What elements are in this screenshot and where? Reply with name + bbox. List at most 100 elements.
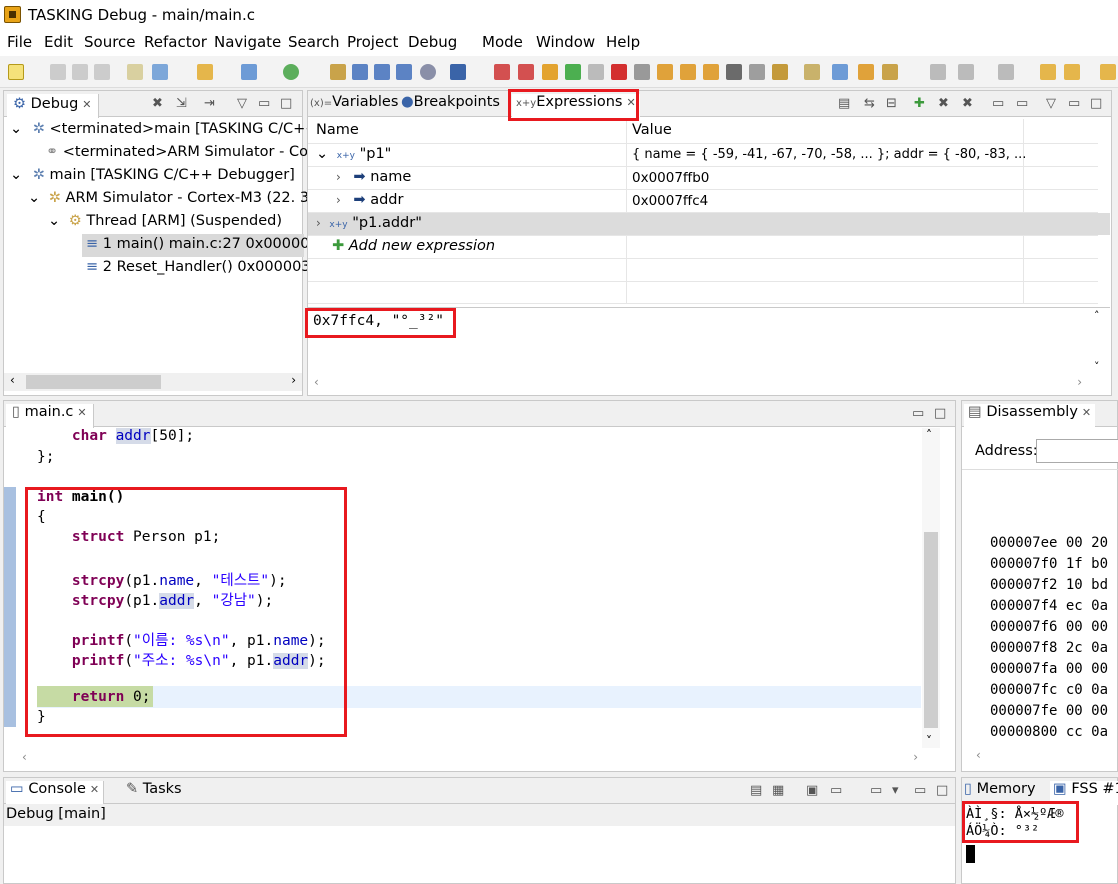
maximize-icon[interactable]: □ [936,783,948,798]
wrench-icon[interactable] [330,64,346,80]
menu-project[interactable]: Project [347,33,398,51]
pin-console-icon[interactable]: ▣ [806,783,818,798]
memory-icon[interactable] [374,64,390,80]
back-icon[interactable] [1064,64,1080,80]
disassembly-line[interactable]: 000007fc c0 0a [990,682,1108,698]
expand-chevron-icon[interactable]: ⌄ [28,190,40,206]
terminal-icon[interactable] [352,64,368,80]
add-expression-icon[interactable]: ✚ [914,96,925,111]
maximize-icon[interactable]: □ [280,96,292,111]
tab-main-c[interactable]: ▯ main.c ✕ [6,404,94,428]
tree-item-main[interactable]: ⌄ ✲ main [TASKING C/C++ Debugger] [10,167,295,183]
minimize-icon[interactable]: ▭ [912,406,924,421]
tab-variables[interactable]: (x)=Variables [310,94,398,116]
show-logical-icon[interactable]: ⇆ [864,96,875,111]
minimize-icon[interactable]: ▭ [258,96,270,111]
tab-debug[interactable]: ⚙ Debug ✕ [7,94,99,118]
debug-icon[interactable] [450,64,466,80]
disassembly-line[interactable]: 000007f4 ec 0a [990,598,1108,614]
minimize-icon[interactable]: ▭ [914,783,926,798]
menu-search[interactable]: Search [288,33,340,51]
collapse-all-icon[interactable]: ⊟ [886,96,897,111]
forward-icon[interactable] [1100,64,1116,80]
close-icon[interactable]: ✕ [82,98,91,111]
expr-row-p1addr[interactable]: › x+y "p1.addr" [316,215,422,231]
next-annotation-icon[interactable] [832,64,848,80]
prev-edit-icon[interactable] [998,64,1014,80]
display-console-icon[interactable]: ▭ [830,783,842,798]
terminate-icon[interactable] [611,64,627,80]
scroll-left-icon[interactable]: ‹ [22,750,27,764]
scroll-up-icon[interactable]: ˄ [926,428,932,442]
scroll-down-icon[interactable]: ˅ [1094,360,1100,373]
expr-row-p1[interactable]: ⌄ x+y "p1" [316,146,391,162]
close-icon[interactable]: ✕ [90,783,99,796]
code-line[interactable]: char addr[50]; [37,428,194,444]
expand-chevron-icon[interactable]: › [336,170,341,184]
scroll-left-icon[interactable]: ‹ [10,373,15,387]
last-edit-icon[interactable] [1040,64,1056,80]
collapse-icon[interactable]: ⇲ [176,96,187,111]
show-type-icon[interactable]: ▤ [838,96,850,111]
scroll-left-icon[interactable]: ‹ [314,375,319,389]
expand-chevron-icon[interactable]: › [336,193,341,207]
expand-chevron-icon[interactable]: ⌄ [316,146,328,162]
scroll-lock-icon[interactable]: ▦ [772,783,784,798]
registers-icon[interactable] [396,64,412,80]
view-menu-icon[interactable]: ▾ [892,783,899,798]
external-tools-icon[interactable] [882,64,898,80]
open-console-icon[interactable]: ▭ [870,783,882,798]
view-menu-icon[interactable]: ▽ [237,96,247,111]
disassembly-line[interactable]: 00000800 cc 0a [990,724,1108,740]
tree-item-simulator[interactable]: ⌄ ✲ ARM Simulator - Cortex-M3 (22. 3 [28,190,309,206]
disassembly-line[interactable]: 000007ee 00 20 [990,535,1108,551]
new-folder-icon[interactable] [197,64,213,80]
resume-icon[interactable] [565,64,581,80]
skip-breakpoints-icon[interactable] [494,64,510,80]
maximize-icon[interactable]: □ [934,406,946,421]
column-header-name[interactable]: Name [316,122,359,138]
menu-refactor[interactable]: Refactor [144,33,207,51]
disassembly-hscrollbar[interactable]: ‹ [962,748,1117,766]
menu-source[interactable]: Source [84,33,136,51]
edit-icon[interactable] [930,64,946,80]
scroll-right-icon[interactable]: › [291,373,296,387]
disassembly-line[interactable]: 000007f6 00 00 [990,619,1108,635]
tab-disassembly[interactable]: ▤ Disassembly ✕ [964,404,1096,428]
open-perspective-icon[interactable] [858,64,874,80]
menu-debug[interactable]: Debug [408,33,457,51]
tree-item-thread[interactable]: ⌄ ⚙ Thread [ARM] (Suspended) [48,213,282,229]
new-view-icon[interactable]: ▭ [1016,96,1028,111]
open-project-icon[interactable] [152,64,168,80]
expand-chevron-icon[interactable]: › [316,216,321,230]
menu-edit[interactable]: Edit [44,33,73,51]
remove-all-icon[interactable]: ✖ [962,96,973,111]
new-icon[interactable] [8,64,24,80]
debug-hscrollbar[interactable]: ‹ › [4,373,302,391]
disassembly-line[interactable]: 000007fe 00 00 [990,703,1108,719]
scroll-thumb[interactable] [26,375,161,389]
suspend-icon[interactable] [588,64,604,80]
editor-hscrollbar[interactable]: ‹ › [20,750,920,768]
disassembly-line[interactable]: 000007fa 00 00 [990,661,1108,677]
toggle-icon[interactable] [804,64,820,80]
scroll-left-icon[interactable]: ‹ [976,748,981,762]
disassembly-line[interactable]: 000007f0 1f b0 [990,556,1108,572]
build-icon[interactable] [127,64,143,80]
pin-icon[interactable]: ▭ [992,96,1004,111]
clear-console-icon[interactable]: ▤ [750,783,762,798]
step-over-icon[interactable] [680,64,696,80]
tab-tasks[interactable]: ✎ Tasks [126,781,182,803]
tab-memory[interactable]: ▯ Memory [964,781,1036,803]
stack-frame-reset[interactable]: ≡ 2 Reset_Handler() 0x000003 [86,259,311,275]
stack-frame-main[interactable]: ≡ 1 main() main.c:27 0x000003 [82,234,319,257]
tab-console[interactable]: ▭ Console ✕ [6,781,105,805]
tab-breakpoints[interactable]: ●Breakpoints [401,94,500,116]
reset-icon[interactable] [542,64,558,80]
disconnect-icon[interactable] [634,64,650,80]
scroll-right-icon[interactable]: › [913,750,918,764]
next-edit-icon[interactable] [958,64,974,80]
detail-vscrollbar[interactable]: ˄ ˅ [1091,309,1109,373]
menu-mode[interactable]: Mode [482,33,523,51]
instruction-step-icon[interactable] [749,64,765,80]
